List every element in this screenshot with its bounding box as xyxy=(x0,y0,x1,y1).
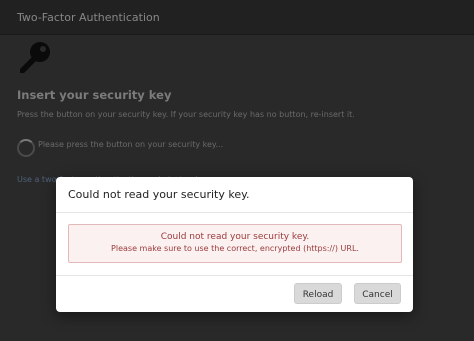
cancel-button[interactable]: Cancel xyxy=(354,283,401,304)
dialog-body: Could not read your security key. Please… xyxy=(56,213,413,276)
error-dialog: Could not read your security key. Could … xyxy=(56,177,413,312)
error-alert: Could not read your security key. Please… xyxy=(68,224,402,263)
alert-text: Please make sure to use the correct, enc… xyxy=(111,244,359,253)
dialog-title: Could not read your security key. xyxy=(68,188,250,201)
reload-button[interactable]: Reload xyxy=(294,283,342,304)
dialog-header: Could not read your security key. xyxy=(56,177,413,213)
dialog-footer: Reload Cancel xyxy=(56,276,413,312)
alert-title: Could not read your security key. xyxy=(160,232,310,242)
